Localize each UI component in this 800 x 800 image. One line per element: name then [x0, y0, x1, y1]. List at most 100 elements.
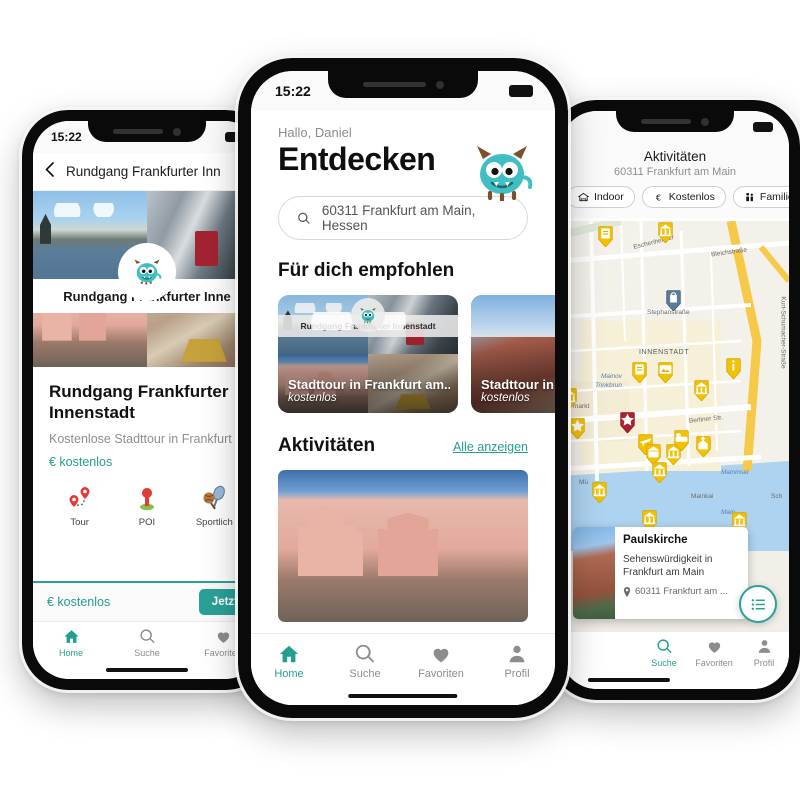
card-title: Stadttour in Fran	[481, 377, 555, 392]
poi-card[interactable]: Paulskirche Sehenswürdigkeit in Frankfur…	[573, 527, 748, 619]
filter-chip-kostenlos[interactable]: € Kostenlos	[641, 186, 726, 208]
map-marker-book[interactable]	[597, 225, 614, 248]
card-title: Stadttour in Frankfurt am...	[288, 377, 450, 392]
navbar: Rundgang Frankfurter Inn	[33, 153, 261, 191]
greeting: Hallo, Daniel	[278, 125, 352, 140]
attribute-sportlich[interactable]: Sportlich	[184, 483, 245, 528]
search-icon	[656, 639, 672, 654]
home-icon	[63, 630, 79, 643]
person-icon	[758, 640, 770, 653]
map-marker-bank[interactable]	[657, 221, 674, 244]
recommended-card-row: Rundgang Frankfurter Innenstadt Stadttou…	[278, 295, 555, 413]
map-marker-art[interactable]	[657, 361, 674, 384]
cta-price: € kostenlos	[47, 595, 111, 609]
attribute-list: Tour POI Sportlich	[49, 483, 245, 528]
map-pin-icon	[623, 586, 631, 597]
person-icon	[509, 645, 525, 663]
map-street-label: INNENSTADT	[639, 349, 690, 356]
map-canvas[interactable]: Eschenheimer Bleichstraße Stephanstraße INN…	[561, 221, 789, 689]
tab-label: Profil	[504, 668, 530, 680]
speaker-icon	[641, 119, 691, 124]
status-time: 15:22	[275, 83, 311, 99]
page-title: Aktivitäten	[643, 149, 707, 164]
tab-home[interactable]: Home	[251, 643, 327, 680]
phone-center: 15:22 Hallo, Daniel Entdecken 60311 Fran…	[235, 55, 571, 721]
phone-right-content: Aktivitäten 60311 Frankfurt am Main Indo…	[561, 143, 789, 689]
map-marker-star[interactable]	[569, 417, 586, 440]
speaker-icon	[113, 129, 163, 134]
navbar-title: Rundgang Frankfurter Inn	[66, 164, 221, 179]
tab-label: Profil	[753, 658, 775, 668]
camera-icon	[172, 127, 181, 136]
card-price: kostenlos	[288, 392, 337, 404]
tab-label: Favoriten	[204, 648, 242, 658]
tab-favoriten[interactable]: Favoriten	[403, 643, 479, 680]
attribute-tour[interactable]: Tour	[49, 483, 110, 528]
svg-text:€: €	[656, 192, 661, 202]
search-icon	[355, 644, 375, 663]
chevron-left-icon[interactable]	[45, 161, 54, 182]
see-all-link[interactable]: Alle anzeigen	[453, 440, 528, 454]
map-street-label: Maininsel	[721, 469, 749, 476]
camera-icon	[700, 117, 709, 126]
recommended-card[interactable]: Frankfurter Mus Stadttour in Fran kosten…	[471, 295, 555, 413]
map-marker-star[interactable]	[619, 411, 636, 434]
map-marker-book[interactable]	[631, 361, 648, 384]
filter-chip-familie[interactable]: Familie &	[732, 186, 789, 208]
map-street-label: Sch	[771, 493, 783, 500]
tab-suche[interactable]: Suche	[327, 643, 403, 680]
attribute-poi[interactable]: POI	[116, 483, 177, 528]
chip-label: Familie &	[759, 191, 789, 203]
search-icon	[298, 212, 310, 224]
search-input[interactable]: 60311 Frankfurt am Main, Hessen	[278, 196, 528, 240]
filter-chip-indoor[interactable]: Indoor	[567, 186, 635, 208]
tab-label: Home	[274, 668, 304, 680]
poi-thumbnail	[573, 527, 615, 619]
phone-left-content: Rundgang Frankfurter Inn Rundgang Frankf…	[33, 153, 261, 679]
attribute-label: POI	[138, 516, 156, 528]
poi-description: Sehenswürdigkeit in Frankfurt am Main	[623, 554, 713, 578]
map-marker-bank[interactable]	[693, 379, 710, 402]
notch	[616, 111, 734, 132]
map-marker-bank[interactable]	[591, 481, 608, 504]
tab-profil[interactable]: Profil	[739, 638, 789, 668]
hero-collage[interactable]: Rundgang Frankfurter Inne	[33, 191, 261, 367]
card-price: kostenlos	[481, 392, 530, 404]
map-marker-bag[interactable]	[665, 289, 682, 312]
list-view-button[interactable]	[739, 585, 777, 623]
attribute-label: Sportlich	[195, 516, 233, 528]
search-value: 60311 Frankfurt am Main, Hessen	[321, 203, 476, 233]
map-marker-church[interactable]	[695, 435, 712, 458]
home-indicator	[348, 694, 458, 698]
section-title-recommended: Für dich empfohlen	[278, 260, 455, 281]
map-street-label: Trinkbrun	[595, 382, 622, 389]
recommended-card[interactable]: Rundgang Frankfurter Innenstadt Stadttou…	[278, 295, 458, 413]
euro-icon: €	[656, 192, 661, 202]
cta-bar: € kostenlos Jetzt	[33, 581, 261, 621]
family-icon	[746, 192, 753, 201]
tab-label: Favoriten	[418, 668, 464, 680]
tab-label: Home	[58, 648, 83, 658]
tab-label: Suche	[349, 668, 381, 680]
monster-avatar-icon	[118, 243, 176, 301]
heart-icon	[708, 642, 720, 653]
tab-favoriten[interactable]: Favoriten	[689, 638, 739, 668]
detail-title: Rundgang Frankfurter Innenstadt	[49, 382, 229, 423]
tab-profil[interactable]: Profil	[479, 643, 555, 680]
activity-featured-image[interactable]	[278, 470, 528, 622]
phone-center-screen: 15:22 Hallo, Daniel Entdecken 60311 Fran…	[251, 71, 555, 705]
tab-home[interactable]: Home	[33, 628, 109, 658]
map-marker-bed[interactable]	[673, 429, 690, 452]
page-subtitle: 60311 Frankfurt am Main	[613, 166, 737, 178]
tab-suche[interactable]: Suche	[639, 638, 689, 668]
screenshot-stage: 15:22 Rundgang Frankfurter Inn Rundgang …	[0, 0, 800, 800]
notch	[328, 71, 478, 98]
battery-icon	[753, 122, 773, 132]
map-street-label: Kurt-Schumacher-Straße	[779, 296, 787, 369]
map-marker-info[interactable]	[725, 357, 742, 380]
map-marker-bank[interactable]	[651, 461, 668, 484]
tab-suche[interactable]: Suche	[109, 628, 185, 658]
search-icon	[139, 629, 155, 644]
detail-price: € kostenlos	[49, 454, 113, 469]
map-street-label: Mainov	[601, 373, 622, 380]
